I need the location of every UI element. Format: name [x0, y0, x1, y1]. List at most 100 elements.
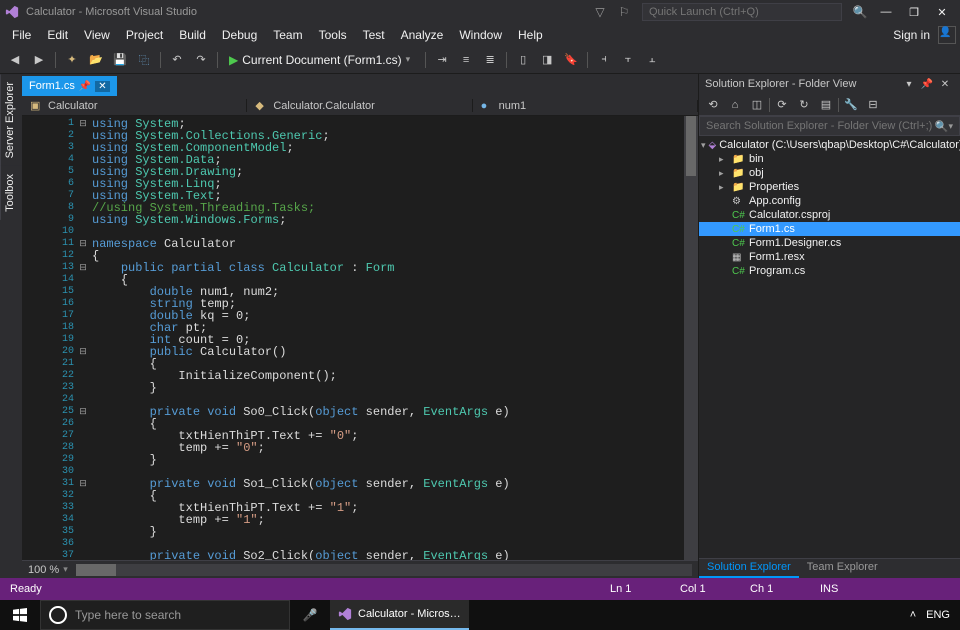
maximize-button[interactable]: ❐ — [900, 2, 928, 22]
view-icon[interactable]: ⊟ — [863, 96, 883, 114]
sign-in-link[interactable]: Sign in — [885, 26, 938, 44]
menu-view[interactable]: View — [76, 26, 118, 44]
flag-icon[interactable]: ⚐ — [612, 0, 636, 24]
tree-item[interactable]: ▦Form1.resx — [699, 250, 960, 264]
chevron-icon[interactable]: ▸ — [719, 182, 729, 193]
collapse-icon[interactable]: ◫ — [747, 96, 767, 114]
zoom-chevron-icon[interactable]: ▾ — [63, 564, 68, 575]
fold-toggle[interactable]: ⊟ — [78, 118, 88, 130]
horizontal-scrollbar[interactable] — [76, 564, 692, 576]
menu-edit[interactable]: Edit — [39, 26, 76, 44]
home2-icon[interactable]: ⌂ — [725, 96, 745, 114]
tree-item[interactable]: C#Calculator.csproj — [699, 208, 960, 222]
showall-icon[interactable]: ▤ — [816, 96, 836, 114]
format2-icon[interactable]: ⫟ — [617, 49, 639, 71]
pin-icon[interactable]: 📌 — [79, 81, 91, 92]
chevron-down-icon[interactable]: ▾ — [701, 140, 706, 151]
tab-close-icon[interactable]: ✕ — [95, 81, 109, 92]
menu-window[interactable]: Window — [451, 26, 510, 44]
vertical-scrollbar[interactable] — [684, 116, 698, 560]
fold-toggle[interactable]: ⊟ — [78, 406, 88, 418]
open-icon[interactable]: 📂 — [85, 49, 107, 71]
chevron-icon[interactable]: ▸ — [719, 168, 729, 179]
format3-icon[interactable]: ⫠ — [641, 49, 663, 71]
tree-item[interactable]: ▸📁bin — [699, 152, 960, 166]
chevron-icon[interactable]: ▸ — [719, 154, 729, 165]
code-editor[interactable]: 1234567891011121314151617181920212223242… — [22, 116, 698, 560]
zoom-level[interactable]: 100 % — [28, 564, 59, 576]
close-button[interactable]: ✕ — [928, 2, 956, 22]
quick-launch-input[interactable] — [642, 3, 842, 21]
uncomment-icon[interactable]: ◨ — [536, 49, 558, 71]
menu-build[interactable]: Build — [171, 26, 214, 44]
panel-pin-icon[interactable]: 📌 — [918, 79, 936, 90]
tab-solution-explorer[interactable]: Solution Explorer — [699, 559, 799, 578]
menu-test[interactable]: Test — [355, 26, 393, 44]
tree-root[interactable]: ▾ ⬙ Calculator (C:\Users\qbap\Desktop\C#… — [699, 138, 960, 152]
nav-fwd-icon[interactable]: ▶ — [28, 49, 50, 71]
outdent-icon[interactable]: ≣ — [479, 49, 501, 71]
taskbar-app-vs[interactable]: Calculator - Micros… — [330, 600, 469, 630]
fold-toggle[interactable]: ⊟ — [78, 346, 88, 358]
comment-icon[interactable]: ▯ — [512, 49, 534, 71]
tab-form1cs[interactable]: Form1.cs 📌 ✕ — [22, 76, 117, 96]
nav-back-icon[interactable]: ◀ — [4, 49, 26, 71]
menu-project[interactable]: Project — [118, 26, 171, 44]
sync-icon[interactable]: ⟳ — [772, 96, 792, 114]
tree-item[interactable]: C#Form1.cs — [699, 222, 960, 236]
main-area: Server Explorer Toolbox Form1.cs 📌 ✕ ▣ C… — [0, 74, 960, 578]
tree-item[interactable]: ▸📁obj — [699, 166, 960, 180]
start-debug-button[interactable]: ▶ Current Document (Form1.cs) ▾ — [223, 49, 420, 71]
minimize-button[interactable]: — — [872, 2, 900, 22]
tray-chevron-icon[interactable]: ˄ — [910, 609, 916, 621]
panel-tabs: Solution Explorer Team Explorer — [699, 558, 960, 578]
tree-item[interactable]: C#Program.cs — [699, 264, 960, 278]
bc-member[interactable]: ● num1 — [473, 100, 698, 112]
solution-search[interactable]: 🔍 ▾ — [699, 116, 960, 136]
new-file-icon[interactable]: ✦ — [61, 49, 83, 71]
menu-debug[interactable]: Debug — [214, 26, 265, 44]
menu-analyze[interactable]: Analyze — [393, 26, 452, 44]
panel-toolbar: ⟲ ⌂ ◫ ⟳ ↻ ▤ 🔧 ⊟ — [699, 94, 960, 116]
bc-project[interactable]: ▣ Calculator — [22, 99, 247, 112]
menu-team[interactable]: Team — [265, 26, 310, 44]
search-icon[interactable]: 🔍 — [848, 0, 872, 24]
tree-item[interactable]: C#Form1.Designer.cs — [699, 236, 960, 250]
fold-toggle[interactable]: ⊟ — [78, 478, 88, 490]
fold-toggle[interactable]: ⊟ — [78, 238, 88, 250]
rail-toolbox[interactable]: Toolbox — [0, 166, 22, 220]
undo-icon[interactable]: ↶ — [166, 49, 188, 71]
rail-server-explorer[interactable]: Server Explorer — [0, 74, 22, 166]
refresh-icon[interactable]: ↻ — [794, 96, 814, 114]
bc-class[interactable]: ◆ Calculator.Calculator — [247, 99, 472, 112]
save-icon[interactable]: 💾 — [109, 49, 131, 71]
indent-icon[interactable]: ≡ — [455, 49, 477, 71]
panel-dropdown-icon[interactable]: ▾ — [900, 79, 918, 90]
mic-icon[interactable]: 🎤 — [290, 600, 330, 630]
windows-start-button[interactable] — [0, 600, 40, 630]
user-icon[interactable]: 👤 — [938, 26, 956, 44]
save-all-icon[interactable]: ⿻ — [133, 49, 155, 71]
cortana-icon — [49, 606, 67, 624]
system-tray[interactable]: ˄ ENG — [900, 609, 960, 621]
search-chevron-icon[interactable]: ▾ — [948, 121, 953, 132]
step-icon[interactable]: ⇥ — [431, 49, 453, 71]
tab-team-explorer[interactable]: Team Explorer — [799, 559, 886, 578]
search-icon[interactable]: 🔍 — [935, 120, 949, 133]
menu-tools[interactable]: Tools — [311, 26, 355, 44]
home-icon[interactable]: ⟲ — [703, 96, 723, 114]
format-icon[interactable]: ⫞ — [593, 49, 615, 71]
menu-help[interactable]: Help — [510, 26, 551, 44]
taskbar-search[interactable]: Type here to search — [40, 600, 290, 630]
tree-item[interactable]: ⚙App.config — [699, 194, 960, 208]
menu-file[interactable]: File — [4, 26, 39, 44]
bookmark-icon[interactable]: 🔖 — [560, 49, 582, 71]
tray-lang[interactable]: ENG — [926, 609, 950, 621]
redo-icon[interactable]: ↷ — [190, 49, 212, 71]
properties-icon[interactable]: 🔧 — [841, 96, 861, 114]
tree-item[interactable]: ▸📁Properties — [699, 180, 960, 194]
fold-toggle[interactable]: ⊟ — [78, 262, 88, 274]
solution-search-input[interactable] — [706, 120, 935, 132]
filter-icon[interactable]: ▽ — [588, 0, 612, 24]
panel-close-icon[interactable]: ✕ — [936, 79, 954, 90]
